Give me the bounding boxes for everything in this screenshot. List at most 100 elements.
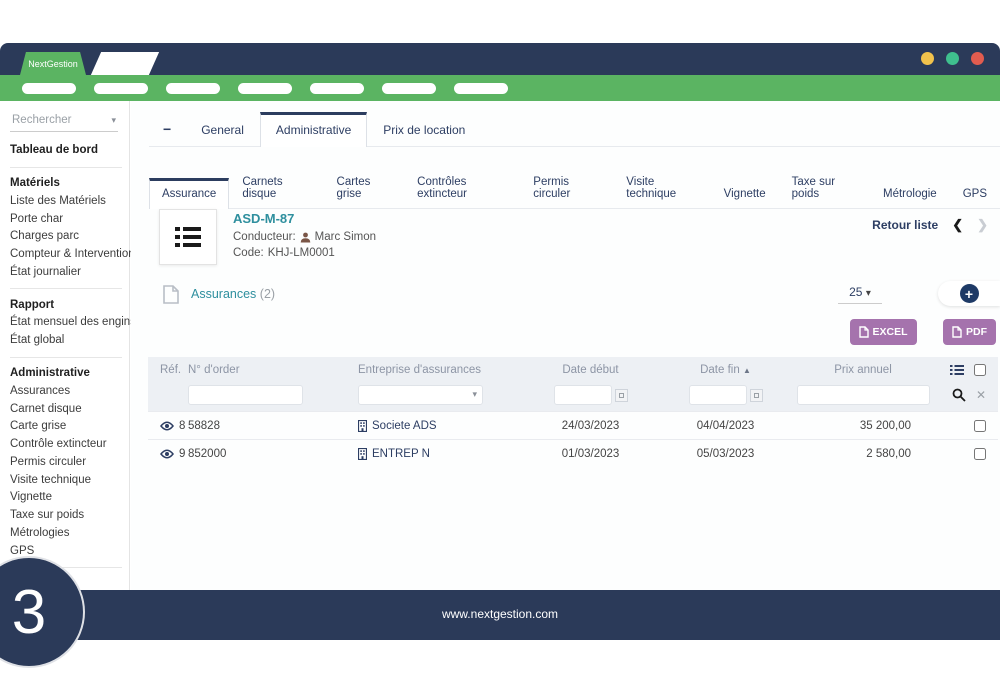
company-link[interactable]: ENTREP N	[372, 448, 430, 460]
collapse-minus-icon[interactable]: −	[149, 121, 185, 146]
sidebar-item-vignette[interactable]: Vignette	[10, 489, 121, 507]
sidebar-item-tableau-de-bord[interactable]: Tableau de bord	[10, 142, 121, 160]
chevron-left-icon[interactable]: ❮	[952, 217, 963, 233]
sidebar-heading-materiels: Matériels	[10, 175, 121, 193]
sidebar-item-metrologies[interactable]: Métrologies	[10, 525, 121, 543]
col-date-fin[interactable]: Date fin ▲	[658, 364, 793, 376]
nav-pill[interactable]	[166, 83, 220, 94]
footer: www.nextgestion.com	[0, 590, 1000, 640]
filter-price-input[interactable]	[797, 385, 930, 405]
col-order[interactable]: N° d'order	[188, 364, 358, 376]
sidebar-item-carnet-disque[interactable]: Carnet disque	[10, 400, 121, 418]
sidebar-heading-rapport: Rapport	[10, 296, 121, 314]
sidebar-search[interactable]: ▾	[10, 111, 118, 132]
vehicle-code-label: Code:	[233, 247, 264, 259]
subtab-taxe-sur-poids[interactable]: Taxe sur poids	[779, 166, 870, 209]
date-debut-value: 01/03/2023	[523, 448, 658, 460]
subtab-assurance[interactable]: Assurance	[149, 178, 229, 209]
vehicle-list-thumbnail[interactable]	[159, 209, 217, 265]
excel-export-button[interactable]: EXCEL	[850, 319, 917, 345]
page-size-select[interactable]: 25 ▾	[838, 285, 882, 304]
filter-company-select[interactable]: ▾	[358, 385, 483, 405]
col-date-debut[interactable]: Date début	[523, 364, 658, 376]
sidebar-item-visite-technique[interactable]: Visite technique	[10, 472, 121, 490]
subtab-visite-technique[interactable]: Visite technique	[613, 166, 710, 209]
subtab-vignette[interactable]: Vignette	[711, 178, 779, 209]
building-icon	[358, 420, 367, 432]
building-icon	[358, 448, 367, 460]
nav-pill[interactable]	[94, 83, 148, 94]
subtab-gps[interactable]: GPS	[950, 178, 1000, 209]
add-button[interactable]: +	[960, 284, 979, 303]
sort-asc-icon: ▲	[743, 366, 751, 375]
sidebar-item-taxe-sur-poids[interactable]: Taxe sur poids	[10, 507, 121, 525]
sidebar-item-liste-des-materiels[interactable]: Liste des Matériels	[10, 193, 121, 211]
pdf-file-icon	[952, 326, 962, 338]
search-icon[interactable]	[952, 388, 966, 402]
col-prix-annuel[interactable]: Prix annuel	[793, 364, 933, 376]
table-row[interactable]: 8 58828 Societe ADS 24/03/2023 04/04/202…	[148, 411, 998, 439]
row-checkbox[interactable]	[974, 420, 986, 432]
primary-tabs: − General Administrative Prix de locatio…	[149, 111, 1000, 147]
calendar-icon[interactable]	[750, 389, 763, 402]
eye-icon[interactable]	[160, 421, 174, 431]
tab-administrative[interactable]: Administrative	[260, 112, 367, 147]
ref-value: 9	[179, 448, 185, 460]
nav-pill[interactable]	[22, 83, 76, 94]
brand-tab[interactable]: NextGestion	[20, 52, 86, 75]
chevron-right-icon[interactable]: ❯	[977, 217, 988, 233]
filter-date-debut-input[interactable]	[554, 385, 612, 405]
filter-row: ▾	[148, 383, 998, 411]
retour-liste-link[interactable]: Retour liste	[872, 218, 938, 232]
subtab-metrologie[interactable]: Métrologie	[870, 178, 950, 209]
sidebar-item-assurances[interactable]: Assurances	[10, 383, 121, 401]
subtab-carnets-disque[interactable]: Carnets disque	[229, 166, 323, 209]
nav-pill[interactable]	[238, 83, 292, 94]
search-input[interactable]	[12, 114, 100, 126]
col-ref[interactable]: Réf.	[148, 364, 188, 376]
subtab-controles-extincteur[interactable]: Contrôles extincteur	[404, 166, 520, 209]
filter-order-input[interactable]	[188, 385, 303, 405]
sidebar-item-compteur-interventions[interactable]: Compteur & Interventions	[10, 246, 121, 264]
select-all-checkbox[interactable]	[974, 364, 986, 376]
pdf-export-button[interactable]: PDF	[943, 319, 996, 345]
sidebar-item-etat-global[interactable]: État global	[10, 332, 121, 350]
ref-value: 8	[179, 420, 185, 432]
list-title[interactable]: Assurances (2)	[191, 287, 275, 301]
sidebar-item-porte-char[interactable]: Porte char	[10, 210, 121, 228]
sidebar-item-controle-extincteur[interactable]: Contrôle extincteur	[10, 436, 121, 454]
subtab-cartes-grise[interactable]: Cartes grise	[324, 166, 405, 209]
brand-label: NextGestion	[28, 59, 78, 69]
sidebar-item-etat-mensuel-des-engins[interactable]: État mensuel des engins	[10, 314, 121, 332]
list-title-text: Assurances	[191, 287, 256, 301]
col-company[interactable]: Entreprise d'assurances	[358, 364, 523, 376]
divider	[10, 357, 122, 358]
secondary-tab[interactable]	[91, 52, 159, 75]
minimize-dot[interactable]	[921, 52, 934, 65]
assurances-table: Réf. N° d'order Entreprise d'assurances …	[148, 357, 998, 467]
tab-prix-de-location[interactable]: Prix de location	[367, 112, 481, 147]
company-link[interactable]: Societe ADS	[372, 420, 437, 432]
nav-pill[interactable]	[310, 83, 364, 94]
close-icon[interactable]: ✕	[976, 388, 986, 402]
nav-pill[interactable]	[382, 83, 436, 94]
vehicle-card: ASD-M-87 Conducteur: Marc Simon Code: KH…	[159, 209, 376, 265]
tab-general[interactable]: General	[185, 112, 260, 147]
maximize-dot[interactable]	[946, 52, 959, 65]
filter-date-fin-input[interactable]	[689, 385, 747, 405]
eye-icon[interactable]	[160, 449, 174, 459]
column-list-icon[interactable]	[950, 364, 964, 376]
sidebar-item-charges-parc[interactable]: Charges parc	[10, 228, 121, 246]
sidebar-item-carte-grise[interactable]: Carte grise	[10, 418, 121, 436]
row-checkbox[interactable]	[974, 448, 986, 460]
nav-pill[interactable]	[454, 83, 508, 94]
page-size-value: 25	[849, 285, 862, 299]
subtab-permis-circuler[interactable]: Permis circuler	[520, 166, 613, 209]
list-header: Assurances (2) 25 ▾ +	[159, 283, 1000, 313]
top-navbar	[0, 75, 1000, 101]
sidebar-item-etat-journalier[interactable]: État journalier	[10, 264, 121, 282]
table-row[interactable]: 9 852000 ENTREP N 01/03/2023 05/03/2023 …	[148, 439, 998, 467]
close-dot[interactable]	[971, 52, 984, 65]
calendar-icon[interactable]	[615, 389, 628, 402]
sidebar-item-permis-circuler[interactable]: Permis circuler	[10, 454, 121, 472]
